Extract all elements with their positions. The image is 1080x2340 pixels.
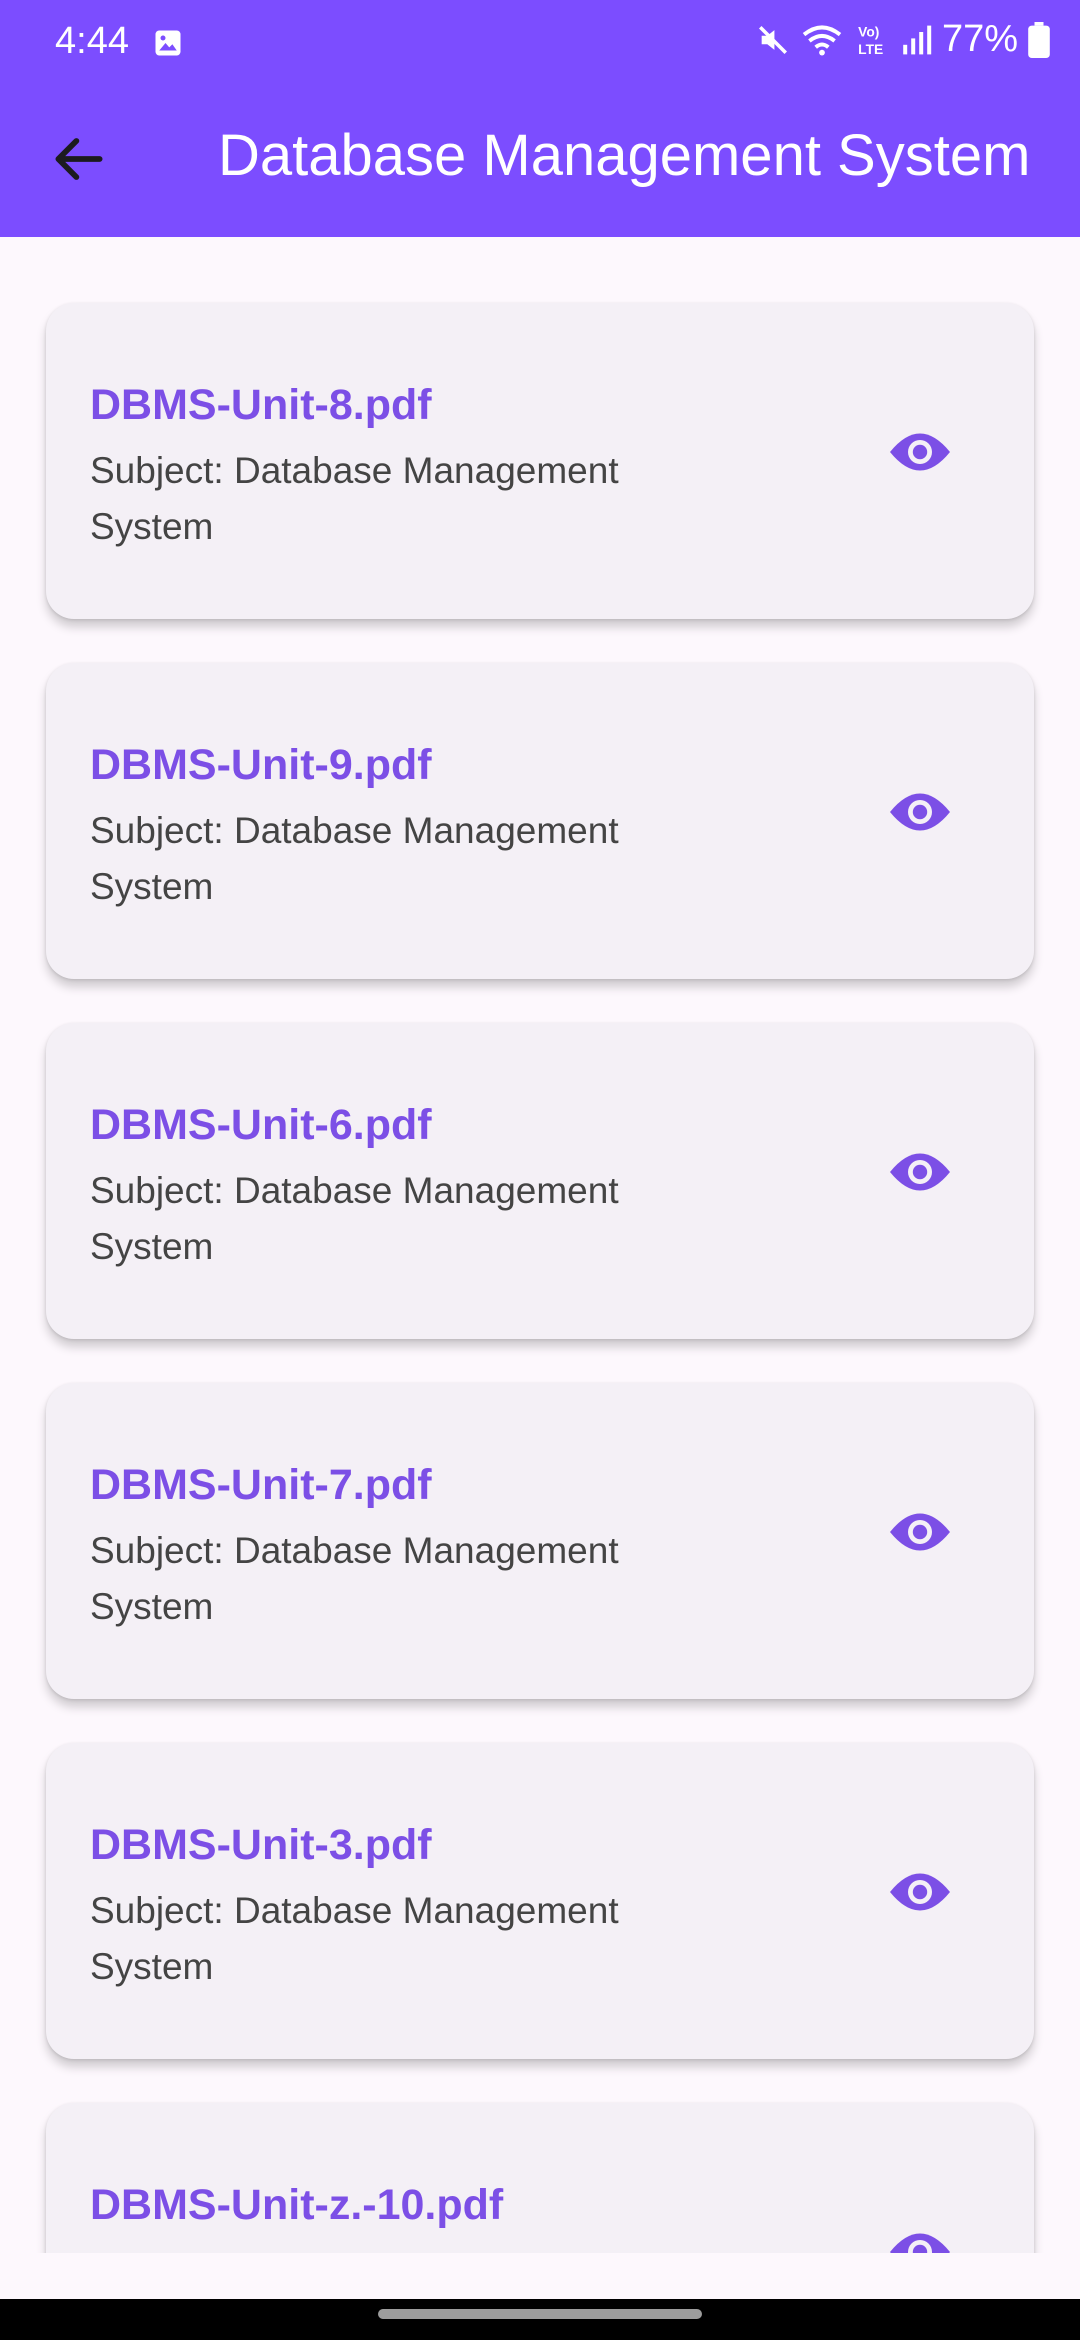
file-subject: Subject: Database Management System (90, 450, 619, 547)
file-name: DBMS-Unit-z.-10.pdf (90, 2181, 504, 2229)
volte-icon: Vo) LTE (858, 23, 883, 56)
svg-text:Vo): Vo) (858, 23, 879, 39)
signal-icon (903, 25, 932, 54)
file-name: DBMS-Unit-6.pdf (90, 1101, 432, 1149)
system-nav-bar (0, 2299, 1080, 2340)
mute-icon (758, 25, 787, 54)
battery-percent: 77% (941, 18, 1018, 60)
status-bar: 4:44 Vo) LTE 77% (0, 0, 1080, 86)
svg-text:LTE: LTE (858, 40, 883, 56)
file-name: DBMS-Unit-7.pdf (90, 1461, 432, 1509)
arrow-back-icon[interactable] (48, 128, 110, 190)
status-time: 4:44 (55, 20, 129, 62)
file-card[interactable]: DBMS-Unit-3.pdf Subject: Database Manage… (46, 1743, 1034, 2059)
file-list[interactable]: DBMS-Unit-8.pdf Subject: Database Manage… (0, 237, 1080, 2253)
gallery-icon (155, 30, 181, 56)
file-subject: Subject: Database Management System (90, 1890, 619, 1987)
status-icons: Vo) LTE 77% (756, 18, 1050, 61)
eye-icon[interactable] (888, 1151, 952, 1193)
eye-icon[interactable] (888, 1511, 952, 1553)
file-card[interactable]: DBMS-Unit-7.pdf Subject: Database Manage… (46, 1383, 1034, 1699)
page-title: Database Management System (218, 123, 1031, 188)
app-bar: 4:44 Vo) LTE 77% Database Management Sys… (0, 0, 1080, 237)
file-card[interactable]: DBMS-Unit-z.-10.pdf (46, 2103, 1034, 2253)
file-card[interactable]: DBMS-Unit-9.pdf Subject: Database Manage… (46, 663, 1034, 979)
eye-icon[interactable] (888, 1871, 952, 1913)
file-name: DBMS-Unit-8.pdf (90, 381, 432, 429)
file-card[interactable]: DBMS-Unit-8.pdf Subject: Database Manage… (46, 303, 1034, 619)
eye-icon[interactable] (888, 791, 952, 833)
eye-icon[interactable] (888, 2231, 952, 2253)
file-subject: Subject: Database Management System (90, 810, 619, 907)
wifi-icon (802, 24, 842, 55)
file-card[interactable]: DBMS-Unit-6.pdf Subject: Database Manage… (46, 1023, 1034, 1339)
file-subject: Subject: Database Management System (90, 1530, 619, 1627)
file-subject: Subject: Database Management System (90, 1170, 619, 1267)
bottom-spacer (0, 2253, 1080, 2299)
file-name: DBMS-Unit-3.pdf (90, 1821, 432, 1869)
battery-icon (1028, 21, 1050, 58)
home-handle[interactable] (378, 2309, 702, 2319)
eye-icon[interactable] (888, 431, 952, 473)
file-name: DBMS-Unit-9.pdf (90, 741, 432, 789)
